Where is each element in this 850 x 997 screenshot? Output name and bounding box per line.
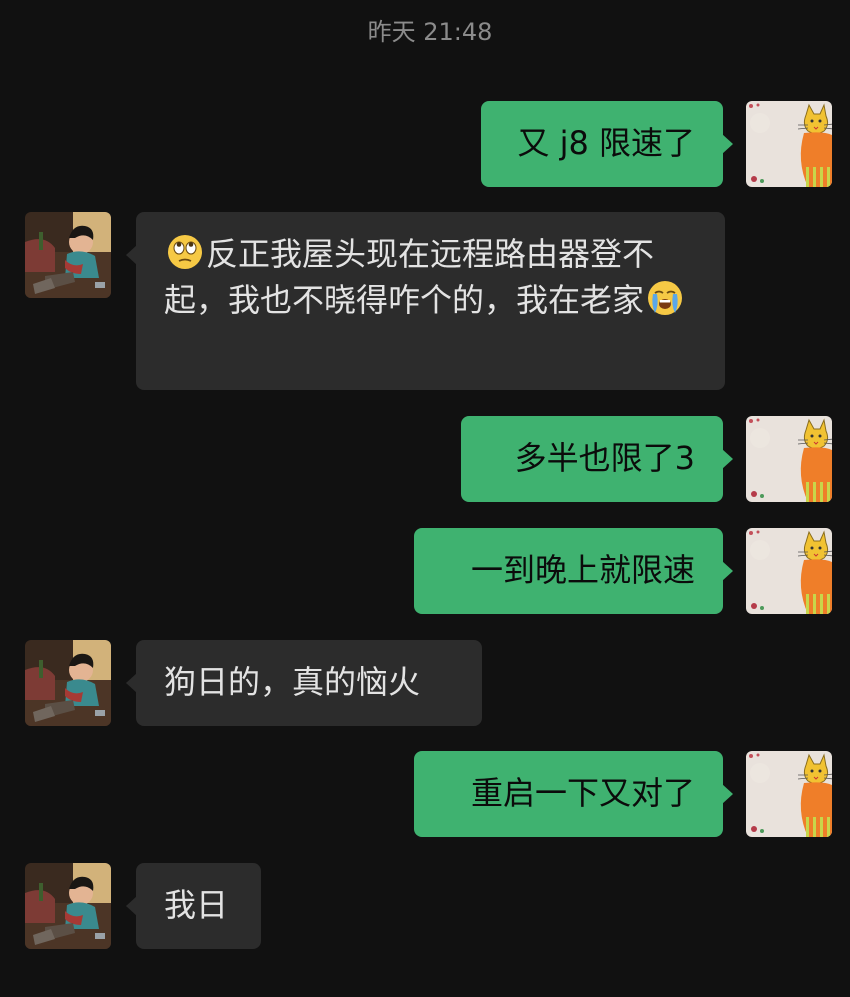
my-avatar[interactable] [746, 416, 832, 502]
message-bubble-sent[interactable]: 又 j8 限速了 [481, 101, 733, 187]
friend-avatar[interactable] [25, 212, 111, 298]
my-avatar[interactable] [746, 528, 832, 614]
message-bubble-sent[interactable]: 多半也限了3 [461, 416, 733, 502]
message-bubble-received[interactable]: 我日 [126, 863, 261, 949]
message-text: 一到晚上就限速 [470, 551, 695, 589]
message-bubble-received[interactable]: 反正我屋头现在远程路由器登不起，我也不晓得咋个的，我在老家 [126, 212, 725, 390]
my-avatar[interactable] [746, 101, 832, 187]
message-bubble-sent[interactable]: 一到晚上就限速 [414, 528, 733, 614]
message-text: 重启一下又对了 [470, 774, 695, 812]
my-avatar[interactable] [746, 751, 832, 837]
message-text: 我日 [164, 886, 229, 924]
message-text: 反正我屋头现在远程路由器登不起，我也不晓得咋个的，我在老家 [164, 235, 655, 319]
friend-avatar[interactable] [25, 863, 111, 949]
message-text: 多半也限了3 [514, 439, 695, 477]
message-bubble-sent[interactable]: 重启一下又对了 [414, 751, 733, 837]
loudly-crying-face-icon [646, 279, 684, 317]
message-text: 又 j8 限速了 [517, 124, 695, 162]
chat-timestamp: 昨天 21:48 [367, 18, 493, 46]
message-bubble-received[interactable]: 狗日的，真的恼火 [126, 640, 482, 726]
face-with-rolling-eyes-icon [166, 233, 204, 271]
message-text: 狗日的，真的恼火 [164, 663, 421, 701]
friend-avatar[interactable] [25, 640, 111, 726]
